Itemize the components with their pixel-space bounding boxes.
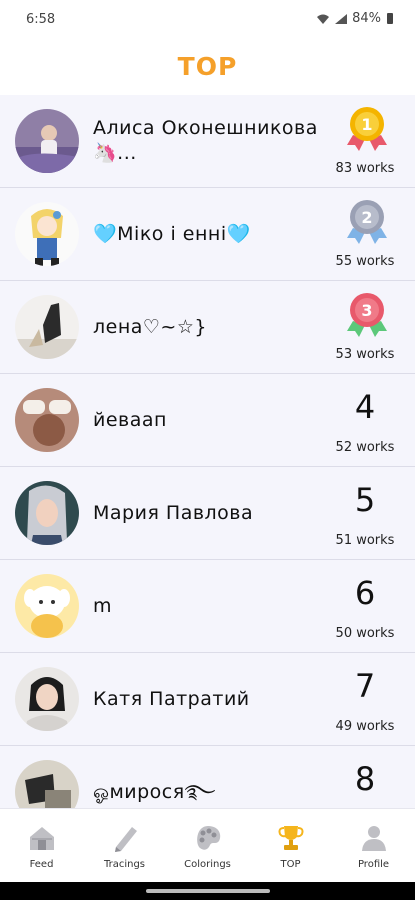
rank-badge: 6 50 works (315, 560, 415, 652)
status-icons: 84% (316, 11, 393, 26)
tab-label: Profile (357, 859, 390, 870)
avatar[interactable] (15, 667, 79, 731)
avatar[interactable] (15, 202, 79, 266)
tab-tracings[interactable]: Tracings (83, 809, 166, 883)
signal-icon (335, 13, 348, 24)
rank-badge: 4 52 works (315, 374, 415, 466)
battery-icon (387, 13, 393, 24)
user-name: Мария Павлова (93, 501, 254, 524)
leaderboard-row[interactable]: ஓмирося࿐ 8 (0, 746, 415, 808)
leaderboard-row[interactable]: лена♡~☆} 3 53 works (0, 281, 415, 374)
tab-feed[interactable]: Feed (0, 809, 83, 883)
palette-icon (196, 826, 220, 850)
avatar[interactable] (15, 109, 79, 173)
home-indicator[interactable] (146, 889, 270, 893)
svg-text:2: 2 (361, 208, 372, 227)
user-name: Алиса Оконешникова 🦄... (93, 117, 318, 164)
system-navigation-bar (0, 882, 415, 900)
leaderboard-row[interactable]: m 6 50 works (0, 560, 415, 653)
tab-label: Feed (29, 859, 54, 870)
top-header: TOP (0, 38, 415, 96)
silver-medal-icon: 2 (347, 200, 387, 244)
avatar[interactable] (15, 574, 79, 638)
rank-badge: 2 55 works (315, 188, 415, 280)
leaderboard-row[interactable]: 🩵Міко і енні🩵 2 55 works (0, 188, 415, 281)
status-bar: 6:58 84% (0, 0, 415, 38)
house-icon (29, 827, 54, 850)
leaderboard-row[interactable]: Мария Павлова 5 51 works (0, 467, 415, 560)
works-count: 51 works (335, 533, 395, 548)
user-name: Катя Патратий (93, 687, 250, 710)
rank-number: 5 (354, 481, 376, 519)
status-time: 6:58 (26, 12, 56, 27)
rank-number: 8 (354, 760, 376, 798)
tab-label: TOP (280, 859, 301, 870)
avatar[interactable] (15, 481, 79, 545)
tab-profile[interactable]: Profile (332, 809, 415, 883)
works-count: 50 works (335, 626, 395, 641)
works-count: 49 works (335, 719, 395, 734)
leaderboard-row[interactable]: Катя Патратий 7 49 works (0, 653, 415, 746)
bronze-medal-icon: 3 (347, 293, 387, 337)
trophy-icon (278, 826, 303, 850)
battery-percent: 84% (352, 11, 381, 26)
avatar[interactable] (15, 295, 79, 359)
leaderboard-row[interactable]: йеваап 4 52 works (0, 374, 415, 467)
wifi-icon (317, 14, 330, 24)
leaderboard-list[interactable]: Алиса Оконешникова 🦄... 1 83 works 🩵Міко… (0, 95, 415, 808)
rank-number: 7 (354, 667, 376, 705)
user-name: йеваап (93, 408, 167, 431)
gold-medal-icon: 1 (347, 107, 387, 151)
user-name: 🩵Міко і енні🩵 (93, 222, 251, 245)
rank-badge: 7 49 works (315, 653, 415, 745)
tab-colorings[interactable]: Colorings (166, 809, 249, 883)
works-count: 52 works (335, 440, 395, 455)
rank-number: 6 (354, 574, 376, 612)
tab-label: Colorings (184, 859, 231, 870)
user-name: m (93, 594, 113, 617)
works-count: 83 works (335, 161, 395, 176)
avatar[interactable] (15, 760, 79, 808)
rank-badge: 8 (315, 746, 415, 808)
tab-top[interactable]: TOP (249, 809, 332, 883)
leaderboard-row[interactable]: Алиса Оконешникова 🦄... 1 83 works (0, 95, 415, 188)
rank-badge: 3 53 works (315, 281, 415, 373)
avatar[interactable] (15, 388, 79, 452)
rank-badge: 1 83 works (315, 95, 415, 187)
bottom-tab-bar: Feed Tracings Colorings TOP Profile (0, 808, 415, 883)
user-name: ஓмирося࿐ (93, 780, 216, 803)
pencil-icon (114, 827, 137, 852)
rank-number: 4 (354, 388, 376, 426)
works-count: 53 works (335, 347, 395, 362)
svg-text:1: 1 (361, 115, 372, 134)
user-name: лена♡~☆} (93, 315, 207, 338)
page-title: TOP (177, 52, 238, 81)
person-icon (361, 826, 386, 851)
works-count: 55 works (335, 254, 395, 269)
rank-badge: 5 51 works (315, 467, 415, 559)
svg-text:3: 3 (361, 301, 372, 320)
tab-label: Tracings (103, 859, 146, 870)
